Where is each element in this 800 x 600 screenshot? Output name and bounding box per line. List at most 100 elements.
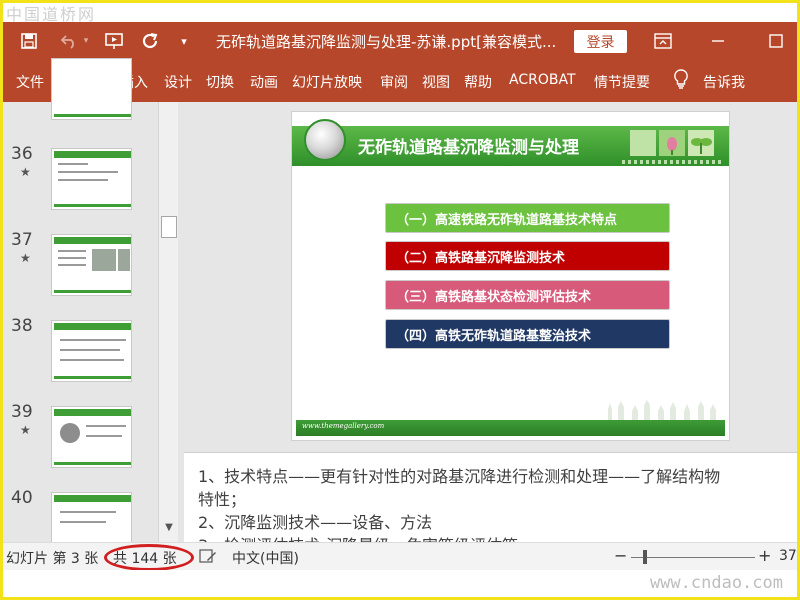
thumb-header-bar — [54, 409, 131, 416]
tab-review[interactable]: 审阅 — [380, 72, 408, 92]
slide-number: 37 — [11, 230, 33, 250]
notes-toggle-icon[interactable] — [199, 548, 217, 568]
thumb-header-bar — [54, 237, 131, 244]
footer-url: www.themegallery.com — [302, 422, 385, 430]
slide-thumbnail[interactable] — [51, 406, 132, 468]
thumb-footer-bar — [54, 462, 131, 465]
zoom-level[interactable]: 37 — [779, 548, 797, 564]
thumb-footer-bar — [54, 376, 131, 379]
watermark-top: 中国道桥网 — [0, 0, 800, 24]
deco-stripe — [622, 160, 722, 164]
thumb-diagram — [60, 423, 80, 443]
redo-icon[interactable] — [139, 22, 163, 60]
thumb-text-line — [60, 339, 126, 341]
thumb-header-bar — [54, 495, 131, 502]
tab-view[interactable]: 视图 — [422, 72, 450, 92]
ribbon-display-options-icon[interactable] — [652, 22, 674, 60]
thumb-text-line — [58, 179, 108, 181]
zoom-slider-thumb[interactable] — [642, 550, 647, 564]
zoom-out-button[interactable]: − — [614, 546, 627, 565]
animation-star-icon: ★ — [20, 251, 31, 265]
scrollbar-thumb[interactable] — [161, 216, 177, 238]
thumb-header-bar — [54, 323, 131, 330]
start-from-beginning-icon[interactable] — [103, 22, 127, 60]
thumb-text-line — [60, 511, 116, 513]
customize-toolbar-icon[interactable]: ▾ — [177, 22, 191, 60]
animation-star-icon: ★ — [20, 165, 31, 179]
slide-number: 38 — [11, 316, 33, 336]
tell-me-search[interactable]: 告诉我 — [703, 72, 745, 92]
thumb-footer-bar — [54, 114, 131, 117]
slide-thumbnail[interactable] — [51, 234, 132, 296]
tab-file[interactable]: 文件 — [16, 72, 44, 92]
slide-thumbnail-pane: 36 ★ 37 ★ 38 39 ★ 40 ▼ — [3, 58, 178, 554]
tab-help[interactable]: 帮助 — [464, 72, 492, 92]
login-button[interactable]: 登录 — [574, 30, 627, 53]
notes-line: 3、检测评估技术-沉降量级、危害等级评估等 — [198, 532, 518, 542]
deco-square-leaf-icon — [659, 130, 685, 156]
maximize-icon[interactable] — [765, 22, 787, 60]
highlight-ellipse — [104, 544, 194, 571]
zoom-in-button[interactable]: + — [758, 546, 771, 565]
tab-slideshow[interactable]: 幻灯片放映 — [292, 72, 362, 92]
tab-transitions[interactable]: 切换 — [206, 72, 234, 92]
thumbnail-scrollbar[interactable]: ▼ — [158, 102, 178, 542]
thumb-text-line — [60, 521, 106, 523]
slide-thumbnail[interactable] — [51, 58, 132, 120]
thumb-footer-bar — [54, 204, 131, 207]
thumb-text-line — [60, 349, 120, 351]
thumb-photo — [118, 249, 130, 271]
tab-design[interactable]: 设计 — [164, 72, 192, 92]
tab-storyboard[interactable]: 情节提要 — [594, 72, 650, 92]
editor-area: 36 ★ 37 ★ 38 39 ★ 40 ▼ 无砟轨道路基沉降监测与处理 （一）… — [3, 58, 797, 554]
slide-number: 39 — [11, 402, 33, 422]
save-icon[interactable] — [17, 22, 41, 60]
language-indicator[interactable]: 中文(中国) — [232, 548, 299, 568]
minimize-icon[interactable] — [707, 22, 729, 60]
undo-icon[interactable] — [57, 22, 81, 60]
thumb-text-line — [58, 257, 86, 259]
deco-square — [630, 130, 656, 156]
status-bar: 幻灯片 第 3 张 共 144 张 中文(中国) − + 37 — [3, 542, 797, 571]
zoom-slider-track[interactable] — [631, 557, 755, 558]
current-slide[interactable]: 无砟轨道路基沉降监测与处理 （一）高速铁路无砟轨道路基技术特点 （二）高铁路基沉… — [292, 112, 729, 440]
slide-number: 36 — [11, 144, 33, 164]
toc-item-2[interactable]: （二）高铁路基沉降监测技术 — [385, 241, 670, 271]
thumb-text-line — [86, 425, 126, 427]
slide-indicator: 幻灯片 第 3 张 — [6, 551, 99, 567]
thumb-text-line — [58, 171, 118, 173]
watermark-bottom: www.cndao.com — [3, 570, 797, 597]
document-title: 无砟轨道路基沉降监测与处理-苏谦.ppt[兼容模式... — [216, 33, 557, 51]
deco-square-sprout-icon — [688, 130, 714, 156]
toc-item-1[interactable]: （一）高速铁路无砟轨道路基技术特点 — [385, 203, 670, 233]
slide-footer-bar: www.themegallery.com — [296, 420, 725, 436]
tab-acrobat[interactable]: ACROBAT — [509, 72, 576, 88]
watermark-bottom-text: www.cndao.com — [649, 573, 783, 593]
notes-pane[interactable]: 1、技术特点——更有针对性的对路基沉降进行检测和处理——了解结构物 特性； 2、… — [184, 452, 797, 542]
thumb-header-bar — [54, 151, 131, 158]
thumb-text-line — [86, 435, 122, 437]
slide-title: 无砟轨道路基沉降监测与处理 — [358, 138, 579, 158]
thumb-text-line — [58, 264, 86, 266]
thumb-text-line — [58, 163, 88, 165]
grass-decoration-icon — [608, 400, 716, 421]
notes-line: 2、沉降监测技术——设备、方法 — [198, 513, 433, 532]
toc-item-4[interactable]: （四）高铁无砟轨道路基整治技术 — [385, 319, 670, 349]
notes-line: 1、技术特点——更有针对性的对路基沉降进行检测和处理——了解结构物 — [198, 467, 721, 486]
thumb-text-line — [58, 250, 86, 252]
slide-number: 40 — [11, 488, 33, 508]
slide-ball-decoration — [304, 119, 346, 161]
animation-star-icon: ★ — [20, 423, 31, 437]
tab-animations[interactable]: 动画 — [250, 72, 278, 92]
notes-line: 特性； — [198, 490, 247, 509]
scroll-down-arrow-icon[interactable]: ▼ — [161, 522, 177, 538]
thumb-text-line — [60, 359, 124, 361]
undo-dropdown-icon[interactable]: ▾ — [81, 22, 91, 60]
toc-item-3[interactable]: （三）高铁路基状态检测评估技术 — [385, 280, 670, 310]
thumb-footer-bar — [54, 290, 131, 293]
thumb-photo — [92, 249, 116, 271]
lightbulb-icon[interactable] — [673, 69, 689, 93]
slide-thumbnail[interactable] — [51, 148, 132, 210]
title-bar: ▾ ▾ 无砟轨道路基沉降监测与处理-苏谦.ppt[兼容模式... 登录 — [3, 22, 797, 60]
slide-thumbnail[interactable] — [51, 320, 132, 382]
